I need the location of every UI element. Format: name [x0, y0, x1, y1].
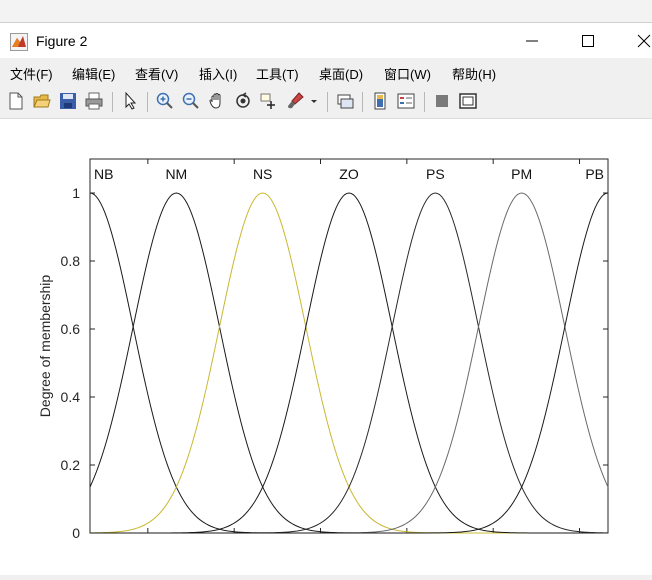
- zoom-out-icon[interactable]: [181, 91, 201, 111]
- mf-label-ns: NS: [253, 166, 272, 182]
- print-icon[interactable]: [84, 91, 104, 111]
- save-icon[interactable]: [58, 91, 78, 111]
- hide-plot-tools-icon[interactable]: [432, 91, 452, 111]
- toolbar-separator: [147, 92, 148, 112]
- figure-toolbar: [0, 86, 652, 119]
- open-file-icon[interactable]: [32, 91, 52, 111]
- menu-file[interactable]: 文件(F): [10, 64, 53, 83]
- show-plot-tools-icon[interactable]: [458, 91, 478, 111]
- close-button[interactable]: [624, 27, 652, 55]
- menu-edit[interactable]: 编辑(E): [72, 64, 115, 83]
- toolbar-separator: [327, 92, 328, 112]
- window-title: Figure 2: [36, 33, 88, 49]
- y-tick-label: 0.6: [61, 321, 81, 337]
- y-tick-label: 0.8: [61, 253, 81, 269]
- menu-bar: 文件(F) 编辑(E) 查看(V) 插入(I) 工具(T) 桌面(D) 窗口(W…: [0, 58, 652, 86]
- y-tick-label: 0.2: [61, 457, 81, 473]
- menu-view[interactable]: 查看(V): [135, 64, 178, 83]
- data-cursor-icon[interactable]: [259, 91, 279, 111]
- menu-help[interactable]: 帮助(H): [452, 64, 496, 83]
- screen-top-strip: [0, 0, 652, 22]
- minimize-icon: [526, 40, 538, 42]
- y-tick-label: 1: [72, 185, 80, 201]
- toolbar-separator: [112, 92, 113, 112]
- zoom-in-icon[interactable]: [155, 91, 175, 111]
- membership-labels: NB NM NS ZO PS PM PB: [94, 166, 604, 182]
- minimize-button[interactable]: [512, 27, 552, 55]
- mf-label-nm: NM: [165, 166, 187, 182]
- figure-canvas: Degree of membership 0 0.2 0.4 0.6 0.8 1 NB NM…: [0, 119, 652, 575]
- maximize-button[interactable]: [568, 27, 608, 55]
- toolbar-separator: [362, 92, 363, 112]
- link-plot-icon[interactable]: [335, 91, 355, 111]
- pan-icon[interactable]: [207, 91, 227, 111]
- menu-tools[interactable]: 工具(T): [256, 64, 299, 83]
- mf-label-pm: PM: [511, 166, 532, 182]
- mf-label-pb: PB: [585, 166, 604, 182]
- plot-axes-box: [89, 158, 609, 534]
- legend-icon[interactable]: [396, 91, 416, 111]
- toolbar-separator: [424, 92, 425, 112]
- window-title-bar[interactable]: Figure 2: [0, 22, 652, 59]
- menu-window[interactable]: 窗口(W): [384, 64, 431, 83]
- rotate-3d-icon[interactable]: [233, 91, 253, 111]
- mf-label-nb: NB: [94, 166, 113, 182]
- close-icon: [637, 34, 651, 48]
- new-figure-icon[interactable]: [6, 91, 26, 111]
- brush-icon[interactable]: [285, 91, 305, 111]
- matlab-logo-icon: [10, 33, 28, 51]
- dropdown-arrow-icon[interactable]: [309, 91, 319, 111]
- y-tick-label: 0.4: [61, 389, 81, 405]
- y-tick-label: 0: [72, 525, 80, 541]
- membership-function-plot: Degree of membership 0 0.2 0.4 0.6 0.8 1 NB NM…: [37, 158, 609, 541]
- mf-label-ps: PS: [426, 166, 445, 182]
- y-axis-label: Degree of membership: [37, 275, 53, 418]
- pointer-icon[interactable]: [120, 91, 140, 111]
- menu-desktop[interactable]: 桌面(D): [319, 64, 363, 83]
- menu-insert[interactable]: 插入(I): [199, 64, 237, 83]
- maximize-icon: [582, 35, 594, 47]
- mf-label-zo: ZO: [339, 166, 359, 182]
- colorbar-icon[interactable]: [370, 91, 390, 111]
